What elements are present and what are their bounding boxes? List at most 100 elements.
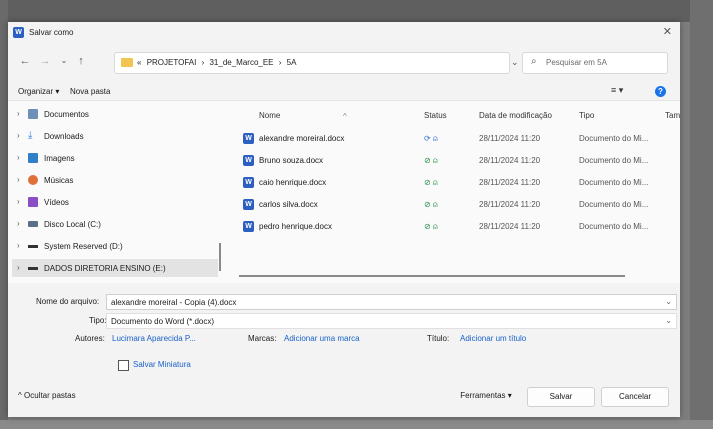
filetype-row: Tipo: Documento do Word (*.docx) ⌄ [8, 313, 680, 331]
hide-folders-button[interactable]: ^ Ocultar pastas [18, 391, 76, 400]
sidebar-item-label: Downloads [44, 132, 84, 141]
title-label: Título: [427, 334, 450, 343]
file-date: 28/11/2024 11:20 [479, 200, 541, 209]
file-type: Documento do Mi... [579, 178, 649, 187]
file-row[interactable]: W caio henrique.docx ⊘ ⍝ 28/11/2024 11:2… [231, 173, 680, 193]
file-type: Documento do Mi... [579, 222, 649, 231]
background-window [0, 0, 713, 22]
authors-field[interactable]: Lucimara Aparecida P... [112, 334, 196, 343]
command-bar: Organizar ▾ Nova pasta ≡ ▾ ? [8, 84, 680, 100]
filetype-value: Documento do Word (*.docx) [111, 317, 215, 326]
tools-button[interactable]: Ferramentas ▾ [454, 387, 518, 405]
sidebar-item-label: Vídeos [44, 198, 69, 207]
sidebar-item-videos[interactable]: › Vídeos [12, 193, 218, 211]
word-document-icon: W [243, 155, 254, 166]
file-name: carlos silva.docx [259, 200, 318, 209]
breadcrumb-31-de-marco[interactable]: 31_de_Marco_EE [209, 58, 273, 67]
file-row[interactable]: W alexandre moreiral.docx ⟳ ⍝ 28/11/2024… [231, 129, 680, 149]
word-document-icon: W [243, 177, 254, 188]
sidebar-item-disco-local[interactable]: › Disco Local (C:) [12, 215, 218, 233]
expand-chevron-icon[interactable]: › [17, 263, 20, 272]
back-arrow-icon[interactable]: ← [18, 54, 32, 68]
sidebar-item-downloads[interactable]: › ⤓ Downloads [12, 127, 218, 145]
address-bar[interactable]: « PROJETOFAI › 31_de_Marco_EE › 5A ⌄ ↻ [114, 52, 537, 74]
file-type: Documento do Mi... [579, 156, 649, 165]
background-window-left [0, 0, 8, 429]
sidebar-scrollbar[interactable] [219, 243, 221, 271]
download-icon: ⤓ [28, 130, 33, 141]
save-button[interactable]: Salvar [527, 387, 595, 407]
tags-label: Marcas: [248, 334, 277, 343]
column-header-size[interactable]: Tam [665, 111, 680, 120]
tags-field[interactable]: Adicionar uma marca [284, 334, 360, 343]
sidebar-item-label: DADOS DIRETORIA ENSINO (E:) [44, 264, 166, 273]
chevron-down-icon[interactable]: ⌄ [665, 297, 672, 306]
folder-icon [121, 58, 133, 67]
dialog-footer: ^ Ocultar pastas Ferramentas ▾ Salvar Ca… [8, 382, 680, 410]
organize-button[interactable]: Organizar ▾ [18, 87, 59, 96]
column-header-name[interactable]: Nome ^ [259, 111, 347, 121]
expand-chevron-icon[interactable]: › [17, 241, 20, 250]
file-row[interactable]: W carlos silva.docx ⊘ ⍝ 28/11/2024 11:20… [231, 195, 680, 215]
sidebar-item-label: Documentos [44, 110, 89, 119]
file-row[interactable]: W Bruno souza.docx ⊘ ⍝ 28/11/2024 11:20 … [231, 151, 680, 171]
expand-chevron-icon[interactable]: › [17, 197, 20, 206]
search-box[interactable]: ⌕ Pesquisar em 5A [522, 52, 668, 74]
breadcrumb-overflow[interactable]: « [137, 58, 141, 67]
expand-chevron-icon[interactable]: › [17, 109, 20, 118]
browser-area: › Documentos › ⤓ Downloads › Imagens › M… [8, 100, 680, 283]
hide-folders-label: Ocultar pastas [24, 391, 76, 400]
sidebar-item-documentos[interactable]: › Documentos [12, 105, 218, 123]
file-date: 28/11/2024 11:20 [479, 134, 541, 143]
column-header-date[interactable]: Data de modificação [479, 111, 552, 120]
close-icon[interactable]: ✕ [663, 25, 672, 38]
breadcrumb-projetofai[interactable]: PROJETOFAI [147, 58, 197, 67]
authors-label: Autores: [75, 334, 105, 343]
filename-input[interactable]: alexandre moreiral - Copia (4).docx ⌄ [106, 294, 677, 310]
file-row[interactable]: W pedro henrique.docx ⊘ ⍝ 28/11/2024 11:… [231, 217, 680, 237]
view-options-icon[interactable]: ≡ ▾ [611, 85, 623, 96]
address-history-chevron-icon[interactable]: ⌄ [511, 57, 519, 68]
horizontal-scrollbar[interactable] [239, 275, 625, 277]
title-field[interactable]: Adicionar um título [460, 334, 526, 343]
word-document-icon: W [243, 199, 254, 210]
sidebar-item-imagens[interactable]: › Imagens [12, 149, 218, 167]
search-icon: ⌕ [531, 56, 537, 67]
save-thumbnail-checkbox[interactable] [118, 360, 129, 371]
breadcrumb-separator: › [278, 58, 282, 67]
filename-value: alexandre moreiral - Copia (4).docx [111, 298, 237, 307]
save-as-dialog: W Salvar como ✕ ← → ⌄ ↑ « PROJETOFAI › 3… [8, 22, 680, 417]
filetype-select[interactable]: Documento do Word (*.docx) ⌄ [106, 313, 677, 329]
sidebar-item-system-reserved[interactable]: › System Reserved (D:) [12, 237, 218, 255]
forward-arrow-icon[interactable]: → [38, 54, 52, 68]
file-name: caio henrique.docx [259, 178, 327, 187]
save-thumbnail-label[interactable]: Salvar Miniatura [133, 360, 191, 369]
sidebar-item-dados-diretoria[interactable]: › DADOS DIRETORIA ENSINO (E:) [12, 259, 218, 277]
recent-locations-chevron-icon[interactable]: ⌄ [57, 54, 71, 68]
chevron-down-icon[interactable]: ⌄ [665, 316, 672, 325]
column-header-status[interactable]: Status [424, 111, 447, 120]
chevron-down-icon: ▾ [507, 391, 512, 400]
word-document-icon: W [243, 133, 254, 144]
sync-status-icon: ⟳ ⍝ [424, 134, 438, 143]
word-document-icon: W [243, 221, 254, 232]
expand-chevron-icon[interactable]: › [17, 219, 20, 228]
music-icon [28, 175, 38, 185]
cancel-button[interactable]: Cancelar [601, 387, 669, 407]
help-icon[interactable]: ? [655, 86, 666, 97]
expand-chevron-icon[interactable]: › [17, 175, 20, 184]
breadcrumb-separator: › [201, 58, 205, 67]
expand-chevron-icon[interactable]: › [17, 153, 20, 162]
expand-chevron-icon[interactable]: › [17, 131, 20, 140]
sync-status-icon: ⊘ ⍝ [424, 200, 438, 209]
sidebar-item-label: Músicas [44, 176, 74, 185]
breadcrumb-5a[interactable]: 5A [287, 58, 297, 67]
column-header-type[interactable]: Tipo [579, 111, 594, 120]
up-arrow-icon[interactable]: ↑ [74, 54, 88, 68]
new-folder-button[interactable]: Nova pasta [70, 87, 110, 96]
file-name: Bruno souza.docx [259, 156, 324, 165]
sidebar-item-label: Imagens [44, 154, 75, 163]
sidebar-item-musicas[interactable]: › Músicas [12, 171, 218, 189]
sidebar-item-label: Disco Local (C:) [44, 220, 101, 229]
videos-icon [28, 197, 38, 207]
